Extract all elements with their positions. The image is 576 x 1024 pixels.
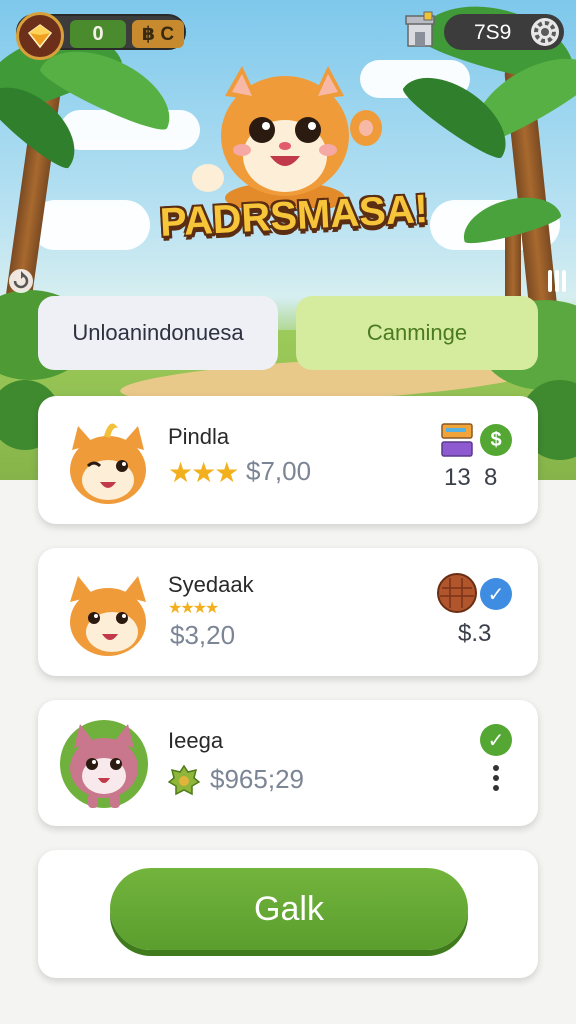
dollar-badge-icon: $ [480,424,512,456]
shop-building-icon[interactable] [402,10,438,50]
refresh-icon[interactable] [8,268,34,294]
score-display: 7S9 [444,14,564,50]
pet-name: Pindla [168,424,230,449]
top-bar: 0 ฿ C 7S9 [0,11,576,60]
pet-avatar-syedaak [70,576,146,656]
pet-card[interactable]: Pindla ★★★ $7,00 $ 13 8 [38,396,538,524]
pet-card[interactable]: Ieega $965;29 ✓ [38,700,538,826]
inventory-icon[interactable] [440,422,474,458]
cookie-icon [437,573,477,613]
pet-avatar-pindla [70,423,146,504]
gear-badge-icon [168,764,200,796]
stat-left: 13 [444,464,471,491]
currency-secondary-value: ฿ C [132,20,184,48]
menu-icon[interactable] [546,268,568,294]
gear-icon[interactable] [530,17,560,47]
cta-card: Galk [38,850,538,978]
check-badge-icon: ✓ [480,724,512,756]
more-options-icon[interactable] [488,764,504,792]
pet-price: $7,00 [246,456,312,486]
hamster-mascot [192,66,382,208]
pet-stat: $.3 [458,620,492,647]
pet-price: $965;29 [210,764,304,794]
galk-button[interactable]: Galk [110,868,468,950]
pet-avatar-ieega [60,720,148,808]
check-badge-icon: ✓ [480,578,512,610]
pet-name: Syedaak [168,572,254,597]
pet-card[interactable]: Syedaak ★★★★ $3,20 ✓ $.3 [38,548,538,676]
star-rating: ★★★ [168,457,239,488]
stat-right: 8 [484,464,498,491]
star-rating: ★★★★ [168,600,219,617]
gem-icon [16,12,64,60]
pet-name: Ieega [168,728,224,753]
currency-panel[interactable]: 0 ฿ C [16,12,186,60]
tab-unloanindonuesa[interactable]: Unloanindonuesa [38,296,278,370]
tab-canminge[interactable]: Canminge [296,296,538,370]
pet-price: $3,20 [170,620,236,650]
currency-primary-value: 0 [70,20,126,48]
score-value: 7S9 [474,21,512,44]
